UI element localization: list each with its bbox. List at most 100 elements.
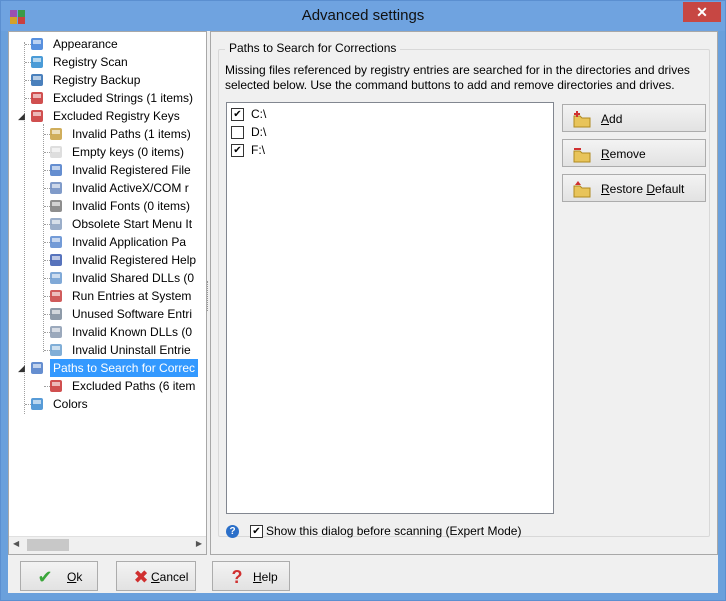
tree-item-label: Invalid ActiveX/COM r bbox=[72, 181, 189, 195]
palette-icon bbox=[31, 398, 43, 410]
cancel-x-icon: ✖ bbox=[133, 567, 149, 587]
uninstall-icon bbox=[50, 344, 62, 356]
close-button[interactable]: ✕ bbox=[683, 2, 721, 22]
tree-item-label: Registry Backup bbox=[53, 73, 141, 87]
drive-label: F:\ bbox=[251, 143, 265, 157]
known-dll-icon bbox=[50, 326, 62, 338]
tree-item-label: Empty keys (0 items) bbox=[72, 145, 185, 159]
remove-button[interactable]: Remove bbox=[562, 139, 706, 167]
drive-label: D:\ bbox=[251, 125, 267, 139]
advanced-settings-window: Advanced settings ✕ Appearance Registry S… bbox=[0, 0, 726, 601]
tree-item[interactable]: Invalid Application Pa bbox=[9, 233, 206, 251]
tree-item[interactable]: Appearance bbox=[9, 35, 206, 53]
tree-item[interactable]: ◢ Paths to Search for Correc bbox=[9, 359, 206, 377]
tree-item[interactable]: Invalid Registered File bbox=[9, 161, 206, 179]
tree-item[interactable]: Invalid Shared DLLs (0 bbox=[9, 269, 206, 287]
drives-list[interactable]: ✔ C:\ D:\ ✔ F:\ bbox=[226, 102, 554, 514]
dialog-client-area: Appearance Registry Scan Registry Backup Ex… bbox=[8, 31, 718, 593]
remove-label: emove bbox=[609, 147, 646, 161]
tree-item[interactable]: Excluded Paths (6 item bbox=[9, 377, 206, 395]
tree-horizontal-scrollbar[interactable]: ◀ ▶ bbox=[9, 536, 206, 554]
excluded-paths-icon bbox=[50, 380, 62, 392]
restore-folder-icon bbox=[573, 181, 591, 198]
tree-item[interactable]: Empty keys (0 items) bbox=[9, 143, 206, 161]
restore-mnemonic-2: D bbox=[646, 182, 656, 196]
drive-checkbox[interactable] bbox=[231, 126, 244, 139]
tree-item-label: Invalid Known DLLs (0 bbox=[72, 325, 193, 339]
monitor-icon bbox=[31, 38, 43, 50]
empty-keys-icon bbox=[50, 146, 62, 158]
activex-icon bbox=[50, 182, 62, 194]
start-menu-icon bbox=[50, 218, 62, 230]
tree-item[interactable]: ◢ Excluded Registry Keys bbox=[9, 107, 206, 125]
tree-item[interactable]: Invalid Known DLLs (0 bbox=[9, 323, 206, 341]
ok-mnemonic: O bbox=[67, 570, 77, 584]
checkmark-icon: ✔ bbox=[37, 567, 53, 587]
add-folder-icon bbox=[573, 111, 591, 128]
ok-label: k bbox=[76, 570, 83, 584]
tree-expander-icon[interactable]: ◢ bbox=[18, 107, 25, 125]
tree-item[interactable]: Invalid Registered Help bbox=[9, 251, 206, 269]
tree-item-label: Invalid Registered File bbox=[72, 163, 191, 177]
help-label: elp bbox=[261, 570, 278, 584]
tree-item[interactable]: Run Entries at System bbox=[9, 287, 206, 305]
add-mnemonic: A bbox=[601, 112, 610, 126]
tree-item-label: Paths to Search for Correc bbox=[50, 359, 199, 377]
cancel-button[interactable]: ✖ Cancel bbox=[116, 561, 196, 591]
backup-icon bbox=[31, 74, 43, 86]
run-entries-icon bbox=[50, 290, 62, 302]
group-title: Paths to Search for Corrections bbox=[225, 41, 401, 55]
tree-item-label: Invalid Fonts (0 items) bbox=[72, 199, 191, 213]
restore-label: estore bbox=[609, 182, 647, 196]
tree-item[interactable]: Invalid Uninstall Entrie bbox=[9, 341, 206, 359]
invalid-paths-icon bbox=[50, 128, 62, 140]
help-icon[interactable]: ? bbox=[226, 525, 239, 538]
software-icon bbox=[50, 308, 62, 320]
tree-item-label: Invalid Paths (1 items) bbox=[72, 127, 191, 141]
scroll-left-icon[interactable]: ◀ bbox=[13, 539, 19, 548]
search-paths-icon bbox=[31, 362, 43, 374]
restore-default-button[interactable]: Restore Default bbox=[562, 174, 706, 202]
tree-item-label: Run Entries at System bbox=[72, 289, 192, 303]
registered-file-icon bbox=[50, 164, 62, 176]
restore-label-2: efault bbox=[655, 182, 685, 196]
scroll-right-icon[interactable]: ▶ bbox=[196, 539, 202, 548]
tree-item[interactable]: Registry Scan bbox=[9, 53, 206, 71]
ok-button[interactable]: ✔ Ok bbox=[20, 561, 98, 591]
tree-item[interactable]: Invalid Paths (1 items) bbox=[9, 125, 206, 143]
fonts-icon bbox=[50, 200, 62, 212]
description-text: Missing files referenced by registry ent… bbox=[225, 63, 690, 92]
help-file-icon bbox=[50, 254, 62, 266]
tree-item-label: Invalid Uninstall Entrie bbox=[72, 343, 191, 357]
add-button[interactable]: Add bbox=[562, 104, 706, 132]
tree-item-label: Excluded Strings (1 items) bbox=[53, 91, 194, 105]
tree-item-label: Excluded Registry Keys bbox=[53, 109, 180, 123]
remove-mnemonic: R bbox=[601, 147, 610, 161]
excluded-keys-icon bbox=[31, 110, 43, 122]
title-bar: Advanced settings ✕ bbox=[1, 1, 725, 31]
tree-item[interactable]: Unused Software Entri bbox=[9, 305, 206, 323]
tree-expander-icon[interactable]: ◢ bbox=[18, 359, 25, 377]
tree-item[interactable]: Colors bbox=[9, 395, 206, 413]
excluded-strings-icon bbox=[31, 92, 43, 104]
remove-folder-icon bbox=[573, 148, 591, 163]
tree-item-label: Obsolete Start Menu It bbox=[72, 217, 193, 231]
restore-mnemonic: R bbox=[601, 182, 610, 196]
tree-item[interactable]: Invalid ActiveX/COM r bbox=[9, 179, 206, 197]
application-path-icon bbox=[50, 236, 62, 248]
scrollbar-thumb[interactable] bbox=[27, 539, 69, 551]
expert-mode-checkbox[interactable]: ✔ bbox=[250, 525, 263, 538]
tree-item[interactable]: Obsolete Start Menu It bbox=[9, 215, 206, 233]
settings-tree[interactable]: Appearance Registry Scan Registry Backup Ex… bbox=[8, 31, 207, 555]
tree-item[interactable]: Registry Backup bbox=[9, 71, 206, 89]
help-button[interactable]: ? Help bbox=[212, 561, 290, 591]
drive-checkbox[interactable]: ✔ bbox=[231, 144, 244, 157]
tree-item[interactable]: Excluded Strings (1 items) bbox=[9, 89, 206, 107]
tree-item-label: Invalid Shared DLLs (0 bbox=[72, 271, 195, 285]
add-label: dd bbox=[609, 112, 623, 126]
drive-checkbox[interactable]: ✔ bbox=[231, 108, 244, 121]
tree-item-label: Excluded Paths (6 item bbox=[72, 379, 196, 393]
tree-item-label: Invalid Application Pa bbox=[72, 235, 187, 249]
expert-mode-label[interactable]: Show this dialog before scanning (Expert… bbox=[266, 524, 521, 538]
tree-item[interactable]: Invalid Fonts (0 items) bbox=[9, 197, 206, 215]
